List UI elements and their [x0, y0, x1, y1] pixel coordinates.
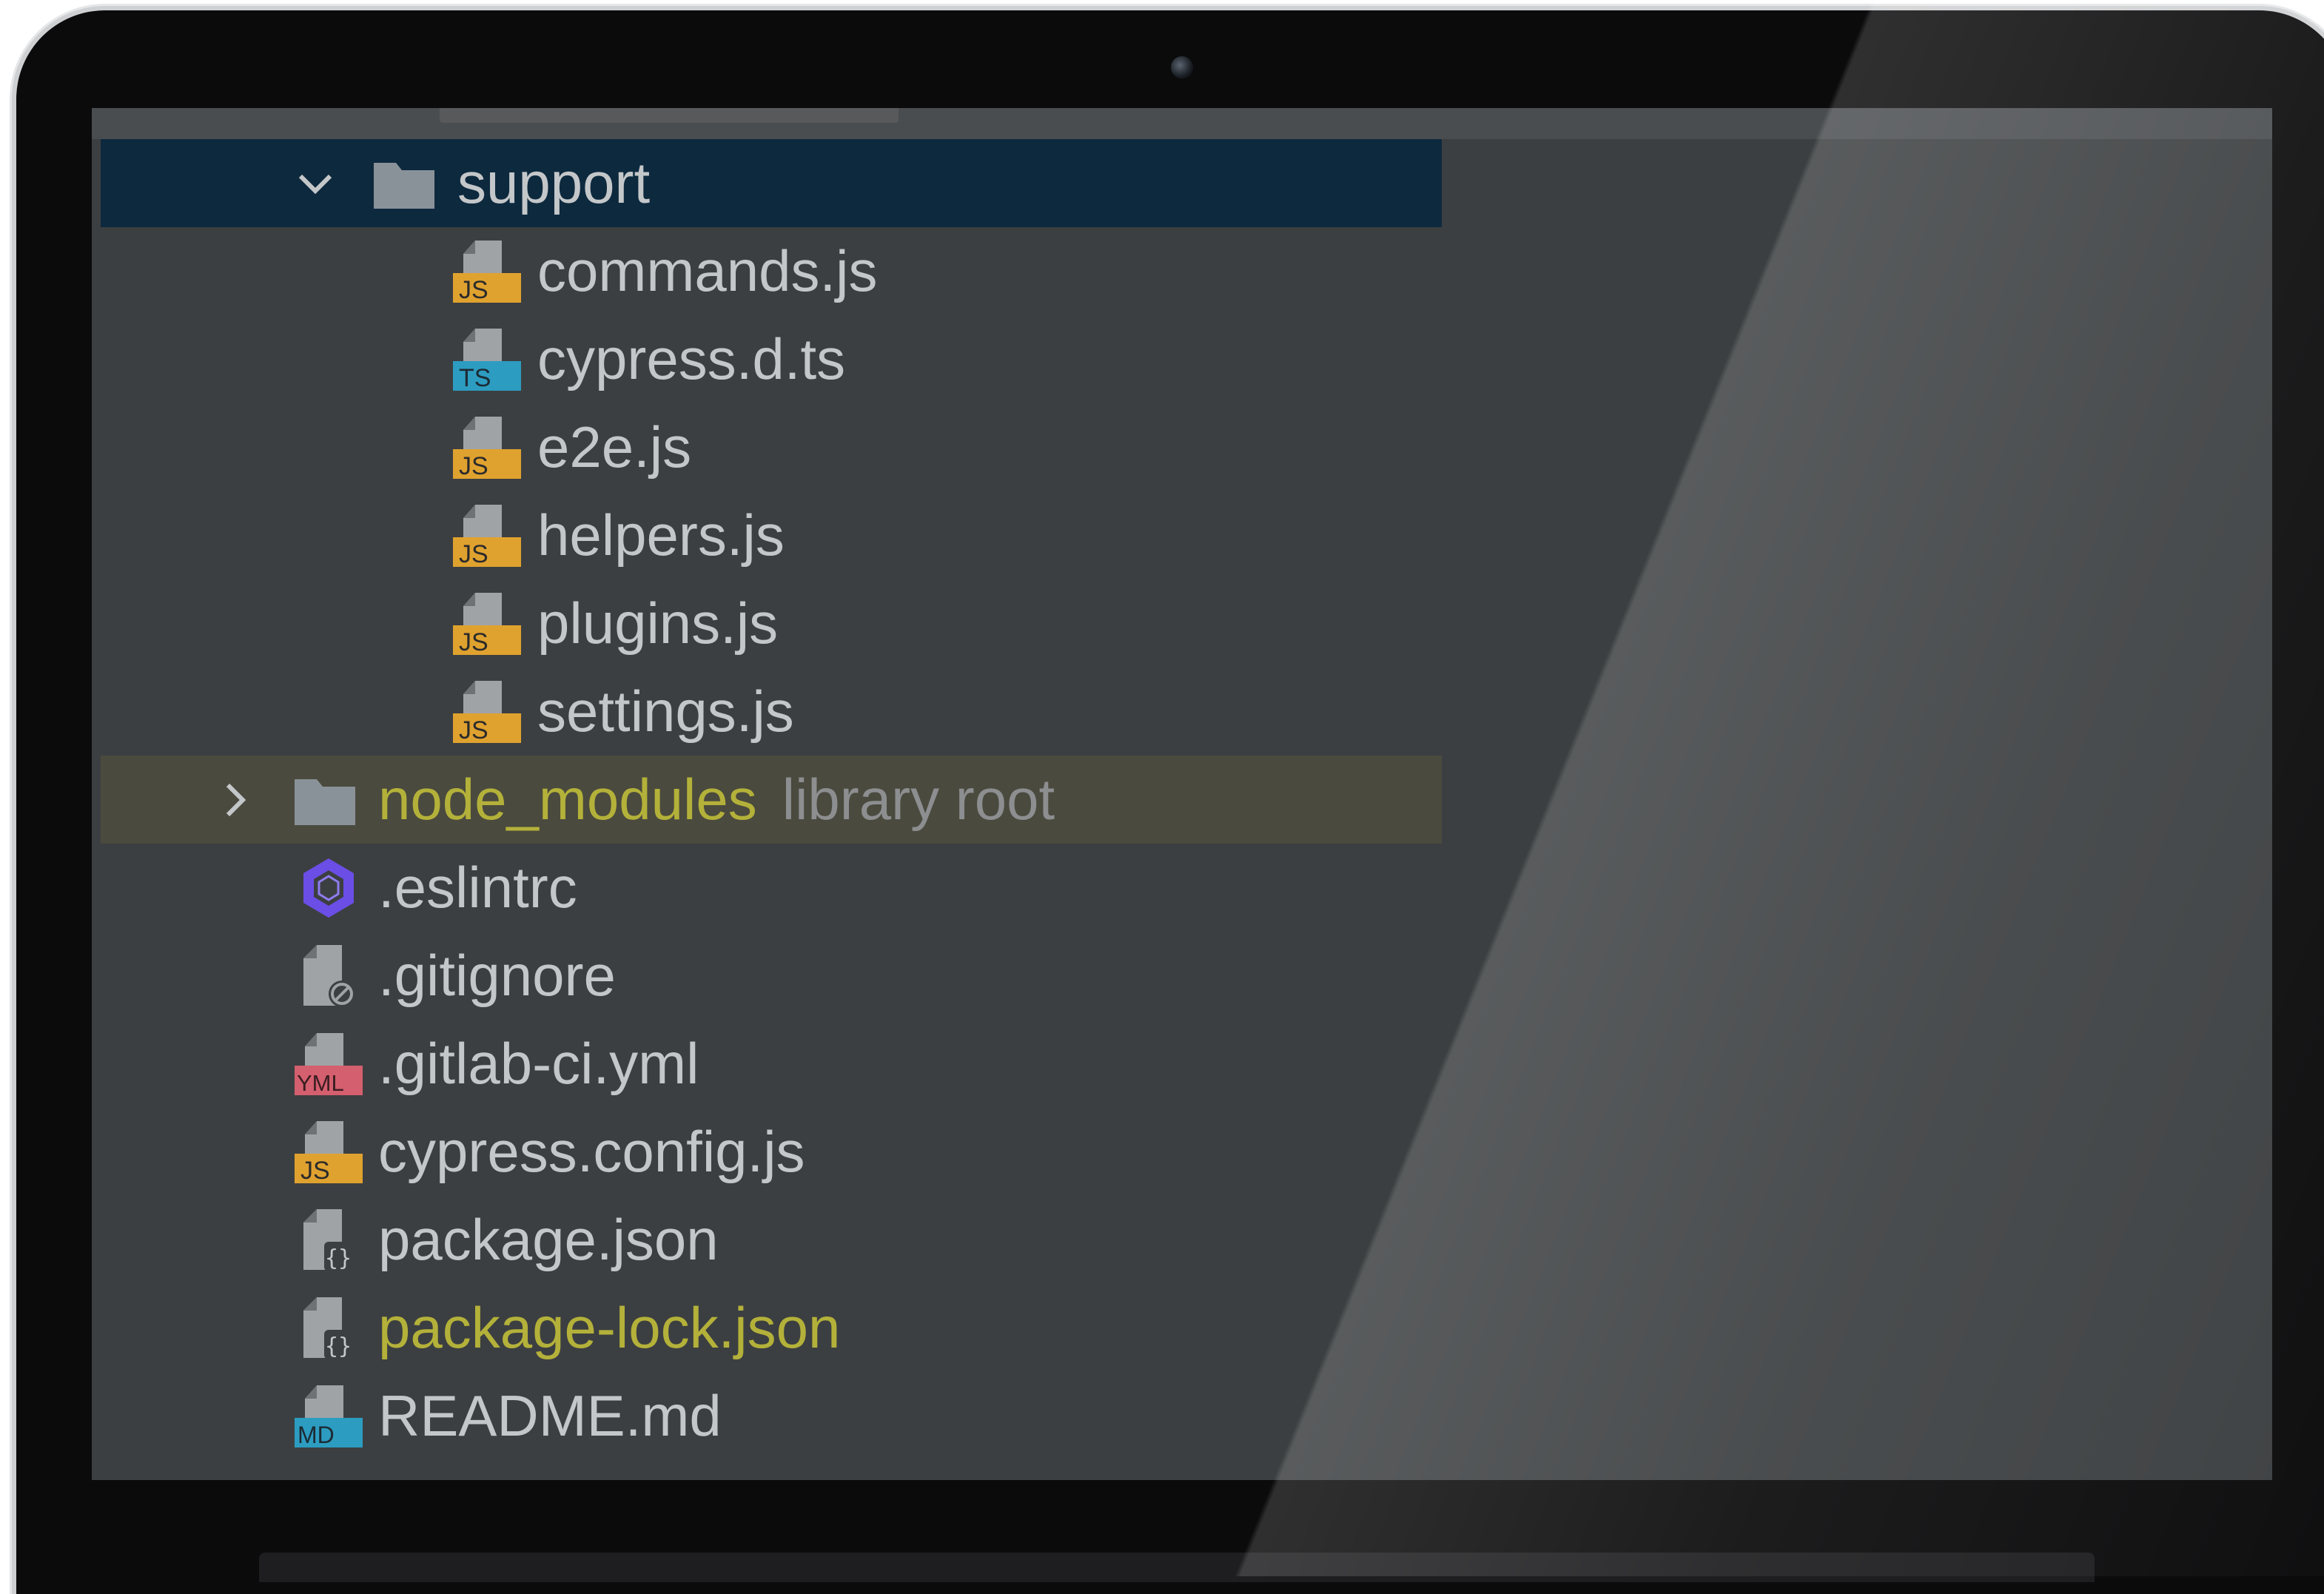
tree-file-eslintrc[interactable]: .eslintrc	[101, 844, 1442, 932]
svg-text:JS: JS	[459, 716, 488, 744]
laptop-frame: support JS commands.js TS cypress.d.ts J…	[0, 0, 2324, 1594]
tree-item-label: .eslintrc	[378, 855, 577, 920]
md-file-icon: MD	[295, 1382, 363, 1450]
tree-item-label: .gitlab-ci.yml	[378, 1031, 699, 1096]
camera	[1171, 56, 1193, 78]
tree-item-label: node_modules	[378, 767, 757, 832]
svg-text:MD: MD	[298, 1422, 335, 1448]
tree-file-package-json[interactable]: {} package.json	[101, 1196, 1442, 1284]
tree-item-label: e2e.js	[537, 414, 692, 480]
tree-item-label: package.json	[378, 1207, 719, 1272]
svg-text:JS: JS	[459, 540, 488, 568]
tree-file-cypress-config-js[interactable]: JS cypress.config.js	[101, 1108, 1442, 1196]
eslint-icon	[295, 854, 363, 922]
tree-item-label: cypress.config.js	[378, 1119, 805, 1184]
project-tree: support JS commands.js TS cypress.d.ts J…	[92, 108, 2272, 1480]
js-file-icon: JS	[453, 238, 521, 306]
tree-folder-support[interactable]: support	[101, 139, 1442, 227]
laptop-hinge	[259, 1553, 2095, 1582]
tree-item-label: README.md	[378, 1383, 722, 1448]
tree-file-cypress-d-ts[interactable]: TS cypress.d.ts	[101, 315, 1442, 403]
ide-project-panel: support JS commands.js TS cypress.d.ts J…	[92, 108, 2272, 1480]
tree-file-package-lock-json[interactable]: {} package-lock.json	[101, 1284, 1442, 1372]
library-root-hint: library root	[782, 767, 1055, 832]
svg-text:JS: JS	[459, 628, 488, 656]
tree-file-gitlab-ci-yml[interactable]: YML .gitlab-ci.yml	[101, 1020, 1442, 1108]
svg-text:JS: JS	[459, 452, 488, 480]
tree-item-label: plugins.js	[537, 591, 779, 656]
tree-file-readme-md[interactable]: MD README.md	[101, 1372, 1442, 1460]
svg-text:JS: JS	[459, 276, 488, 304]
tree-item-label: package-lock.json	[378, 1295, 841, 1360]
json-file-icon: {}	[295, 1294, 363, 1362]
tree-item-label: settings.js	[537, 679, 794, 744]
folder-icon	[292, 766, 360, 834]
tree-item-label: .gitignore	[378, 943, 616, 1008]
json-file-icon: {}	[295, 1206, 363, 1274]
tree-item-label: support	[457, 150, 651, 215]
tree-file-e2e-js[interactable]: JS e2e.js	[101, 403, 1442, 491]
tree-file-settings-js[interactable]: JS settings.js	[101, 667, 1442, 756]
ts-file-icon: TS	[453, 326, 521, 394]
svg-text:{}: {}	[325, 1245, 352, 1271]
ignore-file-icon	[295, 942, 363, 1010]
chevron-right-icon[interactable]	[213, 778, 258, 822]
svg-text:{}: {}	[325, 1334, 352, 1359]
tree-file-commands-js[interactable]: JS commands.js	[101, 227, 1442, 315]
yml-file-icon: YML	[295, 1030, 363, 1098]
tree-folder-node-modules[interactable]: node_modules library root	[101, 756, 1442, 844]
js-file-icon: JS	[453, 414, 521, 482]
js-file-icon: JS	[295, 1118, 363, 1186]
js-file-icon: JS	[453, 590, 521, 658]
svg-text:JS: JS	[300, 1157, 330, 1185]
svg-text:TS: TS	[459, 364, 491, 392]
tree-item-label: helpers.js	[537, 502, 785, 568]
tree-item-label: cypress.d.ts	[537, 326, 846, 391]
folder-icon	[371, 149, 439, 218]
tree-item-label: commands.js	[537, 238, 878, 303]
tree-file-gitignore[interactable]: .gitignore	[101, 932, 1442, 1020]
chevron-down-icon[interactable]	[293, 161, 337, 206]
svg-text:YML: YML	[297, 1070, 344, 1096]
tree-file-plugins-js[interactable]: JS plugins.js	[101, 579, 1442, 667]
js-file-icon: JS	[453, 502, 521, 570]
js-file-icon: JS	[453, 678, 521, 746]
tree-file-helpers-js[interactable]: JS helpers.js	[101, 491, 1442, 579]
